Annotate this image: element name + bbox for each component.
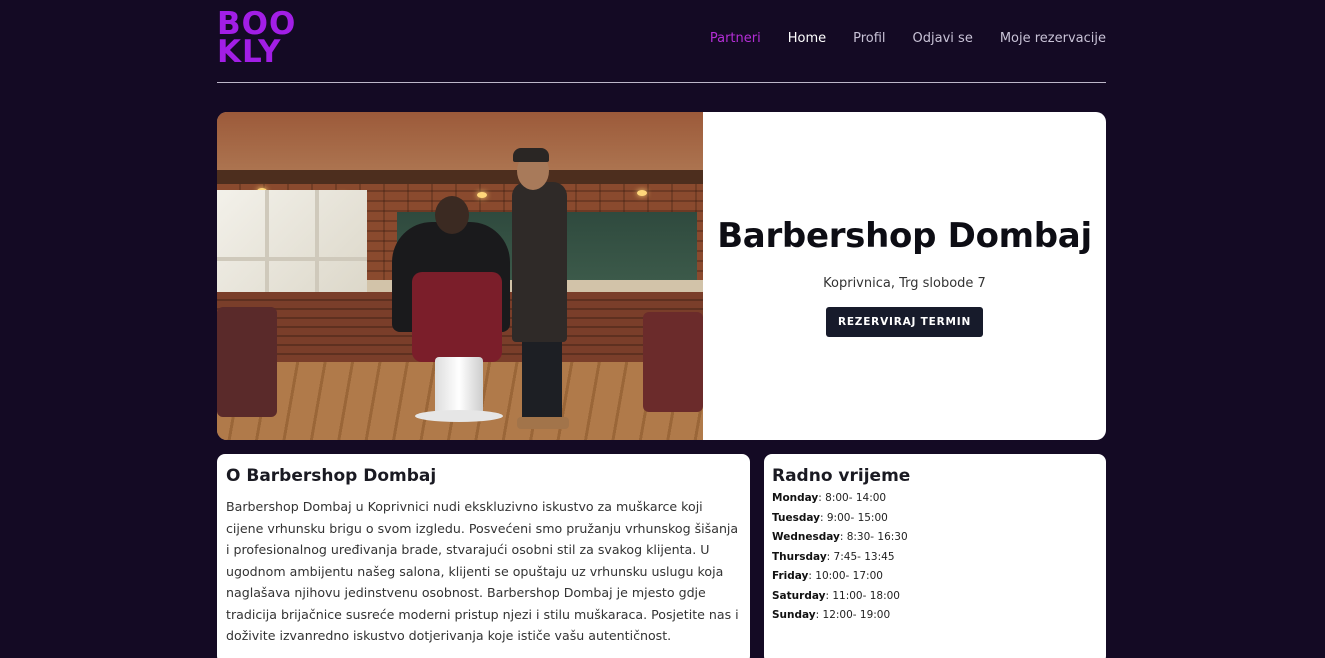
hero-card: Barbershop Dombaj Koprivnica, Trg slobod… [217,112,1106,440]
bookly-logo[interactable]: BOO KLY [217,9,296,70]
shop-address: Koprivnica, Trg slobode 7 [823,275,986,291]
hours-row-tuesday: Tuesday: 9:00- 15:00 [772,509,1098,529]
day-time: : 12:00- 19:00 [815,609,891,621]
day-time: : 8:30- 16:30 [839,531,908,543]
nav-odjavi-se[interactable]: Odjavi se [913,31,973,46]
nav-profil[interactable]: Profil [853,31,885,46]
day-label: Wednesday [772,531,840,543]
header-divider [217,82,1106,83]
hours-card: Radno vrijeme Monday: 8:00- 14:00 Tuesda… [764,454,1106,658]
day-time: : 7:45- 13:45 [826,550,895,563]
hours-title: Radno vrijeme [772,466,911,486]
nav-home[interactable]: Home [788,31,826,46]
hours-row-thursday: Thursday: 7:45- 13:45 [772,548,1098,568]
day-label: Monday [772,492,819,504]
day-label: Friday [772,570,809,582]
day-label: Sunday [772,609,816,621]
hours-row-friday: Friday: 10:00- 17:00 [772,567,1098,587]
logo-line-2: KLY [217,34,282,70]
hours-row-saturday: Saturday: 11:00- 18:00 [772,587,1098,607]
barbershop-photo [217,112,703,440]
main-nav: Partneri Home Profil Odjavi se Moje reze… [683,31,1106,46]
reserve-button[interactable]: REZERVIRAJ TERMIN [825,306,984,337]
day-time: : 10:00- 17:00 [808,570,883,582]
day-label: Saturday [772,589,826,602]
hours-row-monday: Monday: 8:00- 14:00 [772,489,1098,509]
shop-title: Barbershop Dombaj [717,215,1092,256]
hours-row-sunday: Sunday: 12:00- 19:00 [772,606,1098,626]
nav-moje-rezervacije[interactable]: Moje rezervacije [1000,31,1106,46]
day-time: : 9:00- 15:00 [819,511,888,524]
day-label: Thursday [772,550,827,563]
day-time: : 11:00- 18:00 [825,589,900,602]
day-time: : 8:00- 14:00 [818,492,887,504]
about-card: O Barbershop Dombaj Barbershop Dombaj u … [217,454,750,658]
about-text: Barbershop Dombaj u Koprivnici nudi eksk… [226,499,739,643]
about-title: O Barbershop Dombaj [226,466,437,486]
nav-partneri[interactable]: Partneri [710,31,761,46]
day-label: Tuesday [772,511,820,524]
hours-row-wednesday: Wednesday: 8:30- 16:30 [772,528,1098,548]
hero-info: Barbershop Dombaj Koprivnica, Trg slobod… [703,112,1106,440]
